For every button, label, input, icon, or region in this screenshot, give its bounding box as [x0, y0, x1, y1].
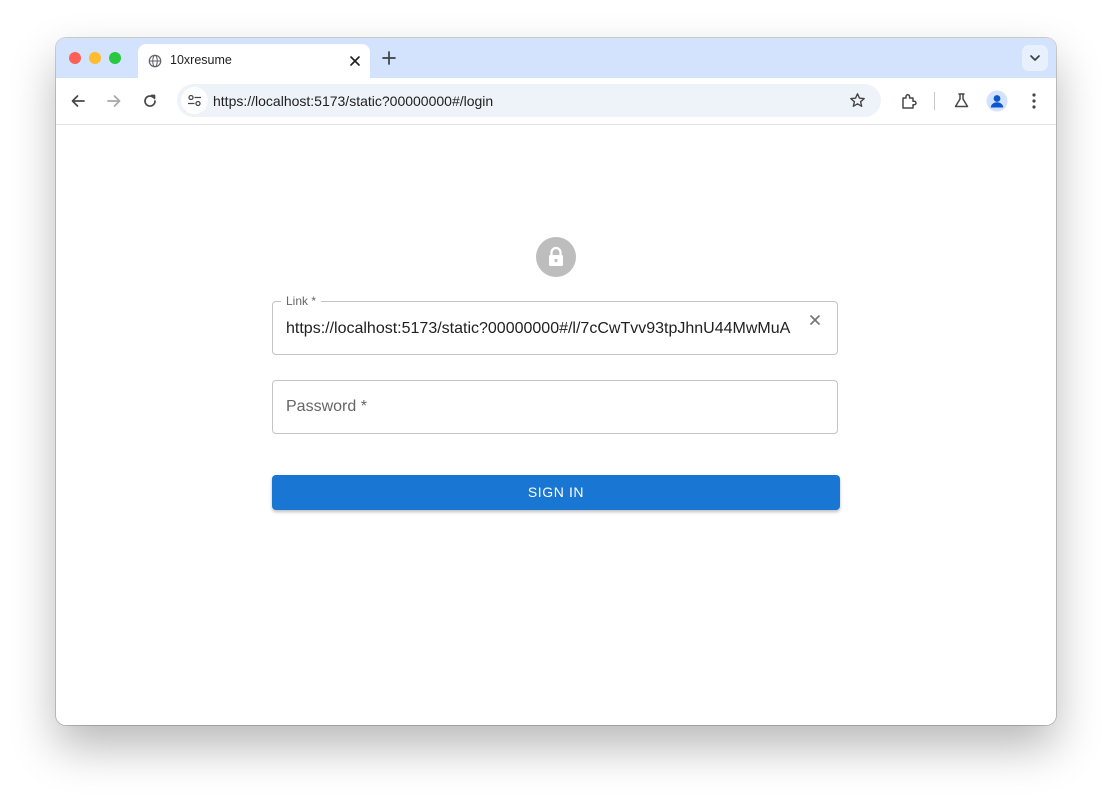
tab-search-button[interactable]: [1022, 45, 1048, 71]
back-arrow-icon[interactable]: [70, 93, 86, 109]
minimize-window-button[interactable]: [89, 52, 101, 64]
link-field[interactable]: Link * https://localhost:5173/static?000…: [272, 294, 838, 355]
toolbar-divider: [934, 92, 935, 110]
tab-title: 10xresume: [170, 53, 232, 67]
address-bar[interactable]: https://localhost:5173/static?00000000#/…: [177, 84, 881, 117]
close-window-button[interactable]: [69, 52, 81, 64]
tab-search-icon: [1030, 55, 1040, 61]
url-text[interactable]: https://localhost:5173/static?00000000#/…: [213, 93, 493, 109]
extensions-icon[interactable]: [900, 92, 918, 110]
forward-arrow-icon[interactable]: [106, 93, 122, 109]
reload-icon[interactable]: [142, 93, 158, 109]
site-info-icon: [188, 94, 201, 107]
page-content: Link * https://localhost:5173/static?000…: [56, 125, 1056, 725]
password-field-label: Password *: [286, 398, 367, 415]
labs-flask-icon[interactable]: [953, 92, 970, 109]
browser-window: 10xresume https://localhost:5173/static?…: [56, 38, 1056, 725]
link-field-label: Link *: [281, 294, 322, 308]
new-tab-icon[interactable]: [381, 50, 397, 66]
lock-avatar: [536, 237, 576, 277]
close-icon[interactable]: [348, 54, 362, 68]
password-field[interactable]: Password *: [272, 380, 838, 434]
browser-toolbar: https://localhost:5173/static?00000000#/…: [56, 78, 1056, 125]
sign-in-button[interactable]: SIGN IN: [272, 475, 840, 510]
more-menu-icon[interactable]: [1026, 92, 1042, 110]
lock-icon: [549, 246, 563, 266]
star-icon[interactable]: [849, 92, 866, 109]
maximize-window-button[interactable]: [109, 52, 121, 64]
tab-strip: 10xresume: [56, 38, 1056, 78]
tab-10xresume[interactable]: 10xresume: [138, 44, 370, 78]
globe-icon: [148, 54, 162, 68]
link-input[interactable]: https://localhost:5173/static?00000000#/…: [286, 319, 796, 339]
clear-icon[interactable]: [806, 311, 824, 329]
profile-avatar-icon[interactable]: [986, 90, 1008, 112]
site-info-button[interactable]: [181, 87, 208, 114]
